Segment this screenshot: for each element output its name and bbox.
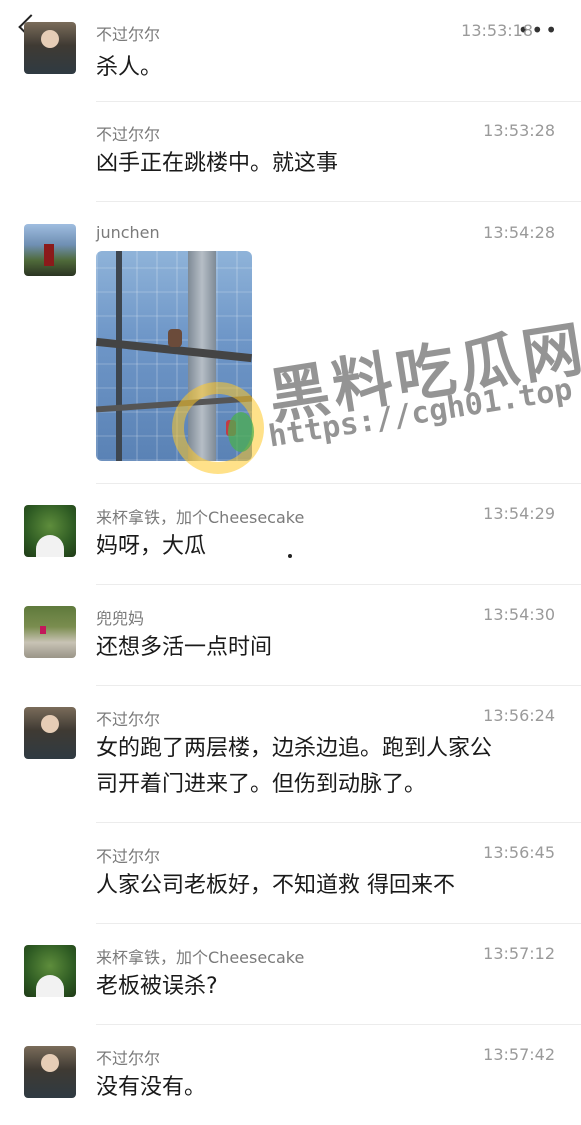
speck: [288, 554, 292, 558]
avatar[interactable]: [24, 945, 76, 997]
message-time: 13:53:28: [483, 121, 555, 140]
message-time: 13:56:45: [483, 843, 555, 862]
message-text-line: 司开着门进来了。但伤到动脉了。: [96, 772, 427, 797]
avatar[interactable]: [24, 1046, 76, 1098]
sender-name: 来杯拿铁，加个Cheesecake: [96, 508, 305, 527]
message-text: 凶手正在跳楼中。就这事: [96, 151, 339, 176]
message-time: 13:57:12: [483, 944, 555, 963]
divider: [96, 685, 581, 686]
message-time: 13:53:18: [461, 21, 533, 40]
avatar[interactable]: [24, 707, 76, 759]
divider: [96, 584, 581, 585]
message-text: 妈呀，大瓜: [96, 534, 207, 559]
sender-name: 兜兜妈: [96, 609, 145, 628]
avatar[interactable]: [24, 224, 76, 276]
avatar[interactable]: [24, 505, 76, 557]
message-text: 还想多活一点时间: [96, 635, 273, 660]
message-text: 杀人。: [96, 55, 163, 80]
sender-name: 不过尔尔: [96, 847, 161, 866]
sender-name: 不过尔尔: [96, 125, 161, 144]
watermark-logo-icon: [172, 382, 264, 474]
divider: [96, 101, 581, 102]
message-text: 人家公司老板好，不知道救 得回来不: [96, 873, 455, 898]
divider: [96, 1024, 581, 1025]
message-text: 没有没有。: [96, 1075, 207, 1100]
sender-name: 不过尔尔: [96, 1049, 161, 1068]
avatar[interactable]: [24, 22, 76, 74]
divider: [96, 201, 581, 202]
divider: [96, 822, 581, 823]
avatar[interactable]: [24, 606, 76, 658]
message-time: 13:57:42: [483, 1045, 555, 1064]
message-time: 13:54:29: [483, 504, 555, 523]
message-text: 老板被误杀?: [96, 974, 218, 999]
sender-name: junchen: [96, 223, 160, 242]
sender-name: 不过尔尔: [96, 25, 161, 44]
divider: [96, 483, 581, 484]
sender-name: 来杯拿铁，加个Cheesecake: [96, 948, 305, 967]
message-time: 13:54:30: [483, 605, 555, 624]
message-time: 13:56:24: [483, 706, 555, 725]
divider: [96, 923, 581, 924]
sender-name: 不过尔尔: [96, 710, 161, 729]
message-text-line: 女的跑了两层楼，边杀边追。跑到人家公: [96, 736, 493, 761]
message-time: 13:54:28: [483, 223, 555, 242]
